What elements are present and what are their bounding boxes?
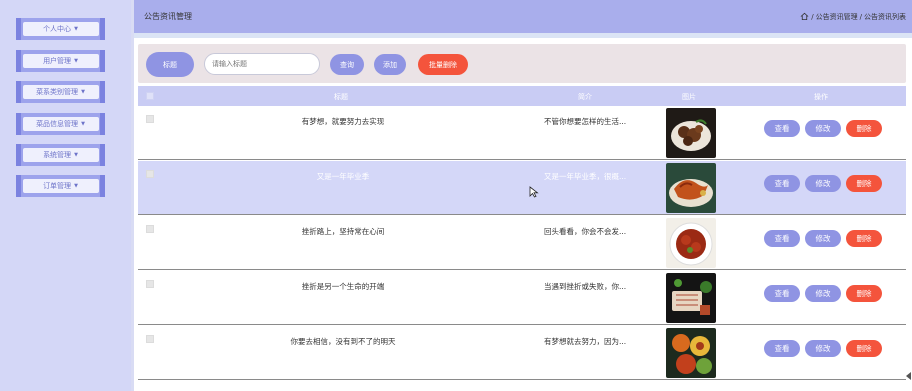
row-title: 你要去相信，没有到不了的明天	[290, 337, 396, 346]
table-header: 标题 简介 图片 操作	[138, 86, 906, 106]
row-checkbox[interactable]	[146, 115, 154, 123]
delete-button[interactable]: 删除	[846, 340, 882, 357]
delete-button[interactable]: 删除	[846, 285, 882, 302]
view-button[interactable]: 查看	[764, 120, 800, 137]
sidebar-item-label: 个人中心	[43, 25, 72, 33]
row-title: 挫折路上，坚持常在心间	[301, 227, 385, 236]
sidebar: 个人中心 ▼ 用户管理 ▼ 菜系类别管理 ▼ 菜品信息管理 ▼ 系统管理 ▼ 订单管理 ▼	[0, 0, 131, 391]
breadcrumb-item[interactable]: 公告资讯管理	[816, 12, 858, 22]
sidebar-item-cuisine-category[interactable]: 菜系类别管理 ▼	[16, 81, 105, 103]
row-title: 挫折是另一个生命的开端	[301, 282, 385, 291]
caret-down-icon: ▼	[74, 183, 78, 189]
table-row[interactable]: 有梦想，就要努力去实现 不管你想要怎样的生活... 查看 修改 删除	[138, 106, 906, 160]
sidebar-item-label: 用户管理	[43, 57, 72, 65]
search-bar: 标题 查询 添加 批量删除	[138, 44, 906, 83]
breadcrumb: / 公告资讯管理 / 公告资讯列表	[800, 12, 906, 22]
edit-button[interactable]: 修改	[805, 175, 841, 192]
view-button[interactable]: 查看	[764, 230, 800, 247]
sidebar-item-label: 菜品信息管理	[36, 120, 79, 128]
sidebar-item-personal-center[interactable]: 个人中心 ▼	[16, 18, 105, 40]
sidebar-item-dish-info[interactable]: 菜品信息管理 ▼	[16, 113, 105, 135]
caret-down-icon: ▼	[74, 58, 78, 64]
search-label: 标题	[146, 52, 194, 77]
table-row[interactable]: 挫折路上，坚持常在心间 回头看看，你会不会发... 查看 修改 删除	[138, 216, 906, 270]
header: 公告资讯管理 / 公告资讯管理 / 公告资讯列表	[134, 0, 912, 33]
select-all-checkbox[interactable]	[146, 92, 154, 100]
edit-button[interactable]: 修改	[805, 340, 841, 357]
breadcrumb-separator: /	[859, 12, 862, 21]
sidebar-item-orders[interactable]: 订单管理 ▼	[16, 175, 105, 197]
food-image	[666, 108, 716, 158]
row-desc: 又是一年毕业季，很概...	[544, 172, 627, 181]
view-button[interactable]: 查看	[764, 175, 800, 192]
row-checkbox[interactable]	[146, 335, 154, 343]
food-image	[666, 163, 716, 213]
table-row[interactable]: 又是一年毕业季 又是一年毕业季，很概... 查看 修改 删除	[138, 161, 906, 215]
food-image	[666, 273, 716, 323]
delete-button[interactable]: 删除	[846, 230, 882, 247]
sidebar-item-label: 菜系类别管理	[36, 88, 79, 96]
row-desc: 回头看看，你会不会发...	[544, 227, 627, 236]
scroll-left-arrow-icon[interactable]	[906, 372, 912, 380]
delete-button[interactable]: 删除	[846, 175, 882, 192]
page-title: 公告资讯管理	[144, 12, 192, 21]
row-checkbox[interactable]	[146, 225, 154, 233]
row-desc: 当遇到挫折或失败，你...	[544, 282, 627, 291]
view-button[interactable]: 查看	[764, 340, 800, 357]
home-icon[interactable]	[800, 12, 809, 21]
sidebar-item-user-management[interactable]: 用户管理 ▼	[16, 50, 105, 72]
caret-down-icon: ▼	[81, 121, 85, 127]
row-desc: 有梦想就去努力，因为...	[544, 337, 627, 346]
edit-button[interactable]: 修改	[805, 120, 841, 137]
batch-delete-button[interactable]: 批量删除	[418, 54, 468, 75]
sidebar-item-label: 订单管理	[43, 182, 72, 190]
row-title: 有梦想，就要努力去实现	[301, 117, 385, 126]
row-checkbox[interactable]	[146, 280, 154, 288]
column-header-image: 图片	[682, 93, 696, 101]
view-button[interactable]: 查看	[764, 285, 800, 302]
add-button[interactable]: 添加	[374, 54, 406, 75]
column-header-actions: 操作	[814, 93, 828, 101]
column-header-desc: 简介	[578, 93, 592, 101]
food-image	[666, 218, 716, 268]
main-content: 标题 查询 添加 批量删除 标题 简介 图片 操作 有梦想，就要努力去实现 不管…	[134, 38, 912, 391]
edit-button[interactable]: 修改	[805, 230, 841, 247]
row-checkbox[interactable]	[146, 170, 154, 178]
search-input[interactable]	[204, 53, 320, 75]
caret-down-icon: ▼	[81, 89, 85, 95]
column-header-title: 标题	[334, 93, 348, 101]
mouse-cursor-icon	[529, 186, 539, 198]
food-image	[666, 328, 716, 378]
sidebar-item-label: 系统管理	[43, 151, 72, 159]
caret-down-icon: ▼	[74, 26, 78, 32]
table-row[interactable]: 挫折是另一个生命的开端 当遇到挫折或失败，你... 查看 修改 删除	[138, 271, 906, 325]
query-button[interactable]: 查询	[330, 54, 364, 75]
row-title: 又是一年毕业季	[316, 172, 370, 181]
table-row[interactable]: 你要去相信，没有到不了的明天 有梦想就去努力，因为... 查看 修改 删除	[138, 326, 906, 380]
caret-down-icon: ▼	[74, 152, 78, 158]
breadcrumb-separator: /	[811, 12, 814, 21]
delete-button[interactable]: 删除	[846, 120, 882, 137]
breadcrumb-item-current: 公告资讯列表	[864, 12, 906, 21]
row-desc: 不管你想要怎样的生活...	[544, 117, 627, 126]
sidebar-item-system[interactable]: 系统管理 ▼	[16, 144, 105, 166]
edit-button[interactable]: 修改	[805, 285, 841, 302]
